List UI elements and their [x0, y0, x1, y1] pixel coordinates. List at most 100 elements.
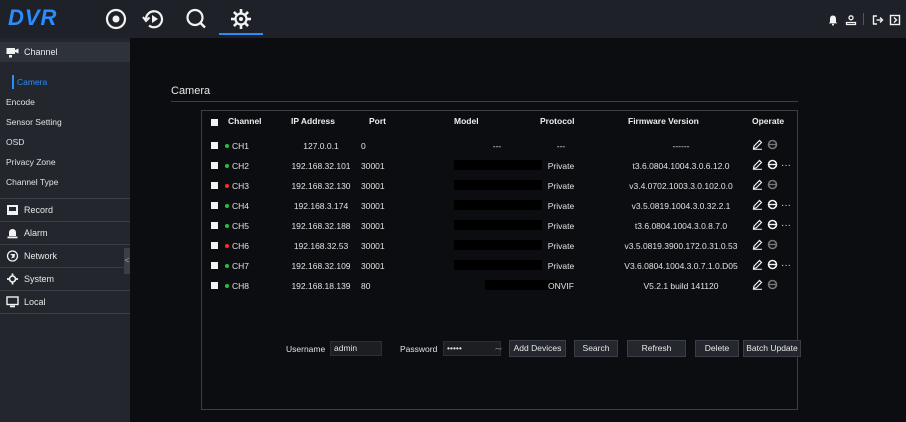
edit-icon[interactable]	[752, 159, 763, 172]
channel-cell: CH5	[225, 221, 249, 231]
channel-name: CH7	[232, 261, 250, 271]
more-options-icon[interactable]: ···	[781, 260, 791, 271]
notification-bell-icon[interactable]	[827, 14, 839, 26]
web-browser-icon[interactable]	[767, 159, 778, 172]
web-browser-icon[interactable]	[767, 279, 778, 292]
web-browser-icon[interactable]	[767, 139, 778, 152]
row-checkbox[interactable]	[211, 242, 218, 249]
sidebar-section-local[interactable]: Local	[0, 292, 130, 312]
web-browser-icon[interactable]	[767, 179, 778, 192]
sidebar-section-record[interactable]: Record	[0, 200, 130, 220]
sidebar-section-label: System	[24, 274, 55, 284]
channel-name: CH4	[232, 201, 250, 211]
edit-icon[interactable]	[752, 259, 763, 272]
firmware-cell: V5.2.1 build 141120	[643, 281, 719, 291]
sidebar-divider	[0, 267, 130, 268]
select-all-checkbox[interactable]	[211, 119, 218, 126]
edit-icon[interactable]	[752, 139, 763, 152]
row-checkbox[interactable]	[211, 162, 218, 169]
delete-button[interactable]: Delete	[695, 340, 739, 357]
batch-update-button[interactable]: Batch Update	[743, 340, 801, 357]
sidebar-section-channel[interactable]: Channel	[0, 42, 130, 62]
sidebar-divider	[0, 290, 130, 291]
row-checkbox[interactable]	[211, 222, 218, 229]
username-field[interactable]: admin	[330, 341, 382, 356]
row-checkbox[interactable]	[211, 282, 218, 289]
status-offline-dot	[225, 183, 229, 188]
sidebar-section-network[interactable]: Network	[0, 246, 130, 266]
sidebar-item-osd[interactable]: OSD	[0, 133, 130, 151]
sidebar-item-sensor-setting[interactable]: Sensor Setting	[0, 113, 130, 131]
ip-cell: 192.168.32.53	[293, 241, 349, 251]
protocol-cell: Private	[547, 161, 575, 171]
port-cell: 30001	[361, 261, 385, 271]
sidebar-item-privacy-zone[interactable]: Privacy Zone	[0, 153, 130, 171]
firmware-cell: ------	[672, 141, 690, 151]
more-options-icon[interactable]: ···	[781, 200, 791, 211]
more-options-icon[interactable]: ···	[781, 160, 791, 171]
channel-cell: CH2	[225, 161, 249, 171]
channel-cell: CH1	[225, 141, 249, 151]
firmware-cell: V3.6.0804.1004.3.0.7.1.0.D05	[624, 261, 738, 271]
edit-icon[interactable]	[752, 179, 763, 192]
settings-icon[interactable]	[228, 6, 254, 32]
row-checkbox[interactable]	[211, 262, 218, 269]
edit-icon[interactable]	[752, 219, 763, 232]
protocol-cell: Private	[547, 261, 575, 271]
firmware-cell: t3.6.0804.1004.3.0.6.12.0	[632, 161, 730, 171]
channel-name: CH1	[232, 141, 250, 151]
column-header-operate: Operate	[752, 116, 785, 126]
edit-icon[interactable]	[752, 199, 763, 212]
row-checkbox[interactable]	[211, 142, 218, 149]
search-icon[interactable]	[183, 6, 209, 32]
web-browser-icon[interactable]	[767, 199, 778, 212]
sidebar-item-channel-type[interactable]: Channel Type	[0, 173, 130, 191]
more-options-icon[interactable]: ···	[781, 220, 791, 231]
playback-icon[interactable]	[141, 6, 167, 32]
status-online-dot	[225, 203, 229, 208]
record-icon	[6, 204, 19, 216]
firmware-cell: v3.5.0819.3900.172.0.31.0.53	[624, 241, 738, 251]
operate-cell	[752, 279, 778, 292]
ip-cell: 192.168.3.174	[293, 201, 349, 211]
password-field[interactable]: •••••	[443, 341, 501, 356]
user-icon[interactable]	[845, 14, 857, 26]
password-label: Password	[400, 344, 438, 354]
ip-cell: 127.0.0.1	[303, 141, 339, 151]
logout-icon[interactable]	[872, 14, 884, 26]
sidebar-item-label: Channel Type	[6, 177, 59, 187]
shutdown-icon[interactable]	[889, 14, 901, 26]
operate-cell: ···	[752, 219, 791, 232]
refresh-button[interactable]: Refresh	[627, 340, 686, 357]
show-password-icon[interactable]: ⁓	[495, 345, 502, 353]
top-bar: DVR	[0, 0, 906, 38]
firmware-cell: v3.5.0819.1004.3.0.32.2.1	[631, 201, 731, 211]
row-checkbox[interactable]	[211, 202, 218, 209]
channel-name: CH3	[232, 181, 250, 191]
channel-name: CH5	[232, 221, 250, 231]
row-checkbox[interactable]	[211, 182, 218, 189]
web-browser-icon[interactable]	[767, 259, 778, 272]
search-button[interactable]: Search	[574, 340, 618, 357]
sidebar-section-alarm[interactable]: Alarm	[0, 223, 130, 243]
edit-icon[interactable]	[752, 239, 763, 252]
table-row: CH3 192.168.32.130 30001 Private v3.4.0702.1…	[201, 177, 798, 195]
add-devices-button[interactable]: Add Devices	[509, 340, 566, 357]
web-browser-icon[interactable]	[767, 219, 778, 232]
table-row: CH8 192.168.18.139 80 ONVIF V5.2.1 build 141…	[201, 277, 798, 295]
web-browser-icon[interactable]	[767, 239, 778, 252]
footer-controls: Username admin Password ••••• ⁓ Add Devi…	[130, 339, 906, 359]
table-row: CH5 192.168.32.188 30001 Private t3.6.0804.1…	[201, 217, 798, 235]
ip-cell: 192.168.18.139	[291, 281, 351, 291]
sidebar-item-camera[interactable]: Camera	[0, 73, 130, 91]
operate-cell: ···	[752, 259, 791, 272]
sidebar-divider	[0, 244, 130, 245]
top-divider	[863, 13, 864, 25]
column-header-port: Port	[369, 116, 386, 126]
column-header-firmware: Firmware Version	[628, 116, 699, 126]
live-view-icon[interactable]	[103, 6, 129, 32]
sidebar-section-system[interactable]: System	[0, 269, 130, 289]
edit-icon[interactable]	[752, 279, 763, 292]
column-header-ip: IP Address	[291, 116, 335, 126]
sidebar-item-encode[interactable]: Encode	[0, 93, 130, 111]
